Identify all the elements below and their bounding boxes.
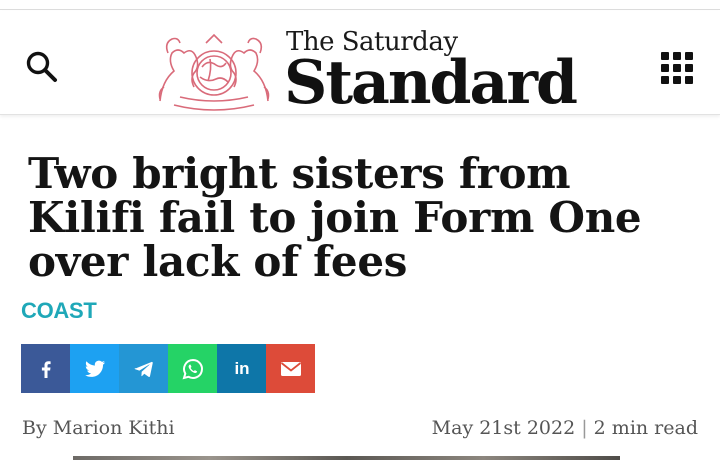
crest-logo-icon	[158, 33, 270, 111]
svg-text:in: in	[234, 359, 249, 378]
grid-menu-icon[interactable]	[660, 51, 694, 85]
author-byline[interactable]: By Marion Kithi	[22, 417, 175, 439]
search-icon[interactable]	[24, 49, 60, 85]
email-share-button[interactable]	[266, 344, 315, 393]
share-bar: in	[21, 344, 315, 393]
telegram-icon	[134, 361, 153, 377]
read-time: 2 min read	[593, 417, 698, 439]
whatsapp-icon	[182, 358, 203, 379]
whatsapp-share-button[interactable]	[168, 344, 217, 393]
facebook-icon	[41, 360, 51, 378]
meta-separator: |	[581, 417, 588, 439]
twitter-share-button[interactable]	[70, 344, 119, 393]
linkedin-share-button[interactable]: in	[217, 344, 266, 393]
linkedin-icon: in	[234, 359, 249, 378]
twitter-icon	[84, 360, 105, 377]
publish-date: May 21st 2022	[431, 417, 576, 439]
logo-title: Standard	[284, 48, 578, 118]
category-link[interactable]: COAST	[21, 298, 97, 324]
facebook-share-button[interactable]	[21, 344, 70, 393]
status-bar-edge	[0, 0, 720, 10]
email-icon	[280, 361, 301, 376]
article-meta: May 21st 2022 | 2 min read	[432, 417, 698, 439]
article-headline: Two bright sisters from Kilifi fail to j…	[28, 149, 642, 286]
article-image	[73, 456, 620, 460]
site-header: The Saturday Standard	[0, 11, 720, 115]
telegram-share-button[interactable]	[119, 344, 168, 393]
site-logo[interactable]: The Saturday Standard	[150, 21, 580, 118]
